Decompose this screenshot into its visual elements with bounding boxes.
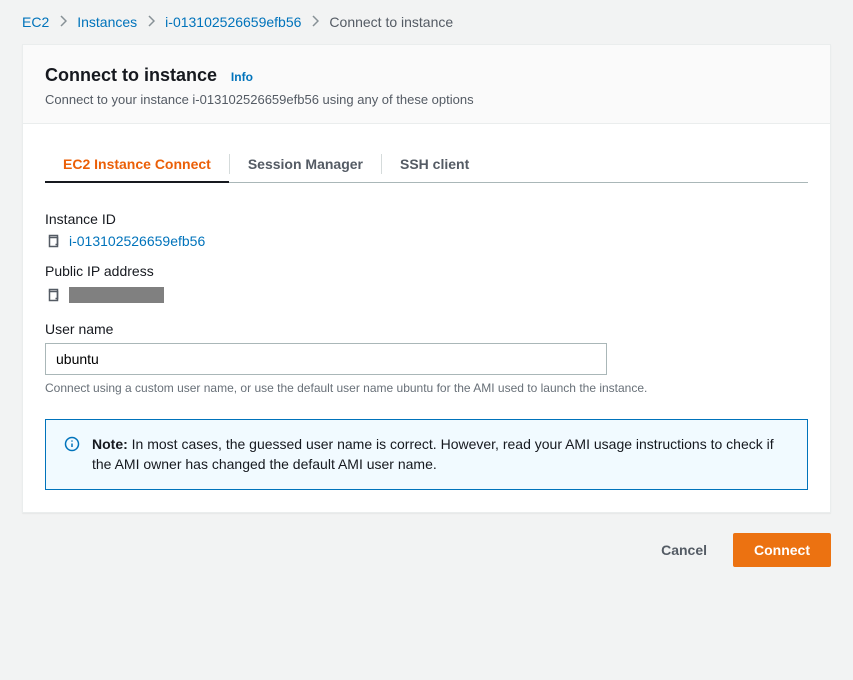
username-input[interactable]: [45, 343, 607, 375]
public-ip-redacted: [69, 287, 164, 303]
username-label: User name: [45, 321, 808, 337]
username-help-text: Connect using a custom user name, or use…: [45, 381, 808, 395]
tab-session-manager[interactable]: Session Manager: [230, 146, 381, 182]
connect-card: Connect to instance Info Connect to your…: [22, 44, 831, 513]
card-header: Connect to instance Info Connect to your…: [23, 45, 830, 124]
breadcrumb-instance-id[interactable]: i-013102526659efb56: [165, 14, 301, 30]
note-bold: Note:: [92, 436, 128, 452]
card-body: EC2 Instance Connect Session Manager SSH…: [23, 124, 830, 512]
field-instance-id: Instance ID i-013102526659efb56: [45, 211, 808, 249]
tab-ec2-instance-connect[interactable]: EC2 Instance Connect: [45, 146, 229, 182]
page-subtitle: Connect to your instance i-013102526659e…: [45, 92, 808, 107]
page-title: Connect to instance: [45, 65, 217, 85]
breadcrumb-ec2[interactable]: EC2: [22, 14, 49, 30]
field-username: User name Connect using a custom user na…: [45, 321, 808, 395]
copy-icon[interactable]: [45, 233, 61, 249]
connect-button[interactable]: Connect: [733, 533, 831, 567]
info-icon: [64, 436, 80, 452]
chevron-right-icon: [311, 14, 319, 30]
info-link[interactable]: Info: [231, 70, 253, 84]
instance-id-label: Instance ID: [45, 211, 808, 227]
tabs: EC2 Instance Connect Session Manager SSH…: [45, 146, 808, 183]
note-body: In most cases, the guessed user name is …: [92, 436, 774, 472]
tab-ssh-client[interactable]: SSH client: [382, 146, 487, 182]
chevron-right-icon: [59, 14, 67, 30]
note-text: Note: In most cases, the guessed user na…: [92, 434, 789, 475]
field-public-ip: Public IP address: [45, 263, 808, 303]
chevron-right-icon: [147, 14, 155, 30]
cancel-button[interactable]: Cancel: [651, 534, 717, 566]
breadcrumb-instances[interactable]: Instances: [77, 14, 137, 30]
footer-actions: Cancel Connect: [0, 513, 853, 567]
public-ip-label: Public IP address: [45, 263, 808, 279]
breadcrumb-current: Connect to instance: [329, 14, 453, 30]
note-box: Note: In most cases, the guessed user na…: [45, 419, 808, 490]
copy-icon[interactable]: [45, 287, 61, 303]
breadcrumb: EC2 Instances i-013102526659efb56 Connec…: [0, 0, 853, 44]
instance-id-value[interactable]: i-013102526659efb56: [69, 233, 205, 249]
